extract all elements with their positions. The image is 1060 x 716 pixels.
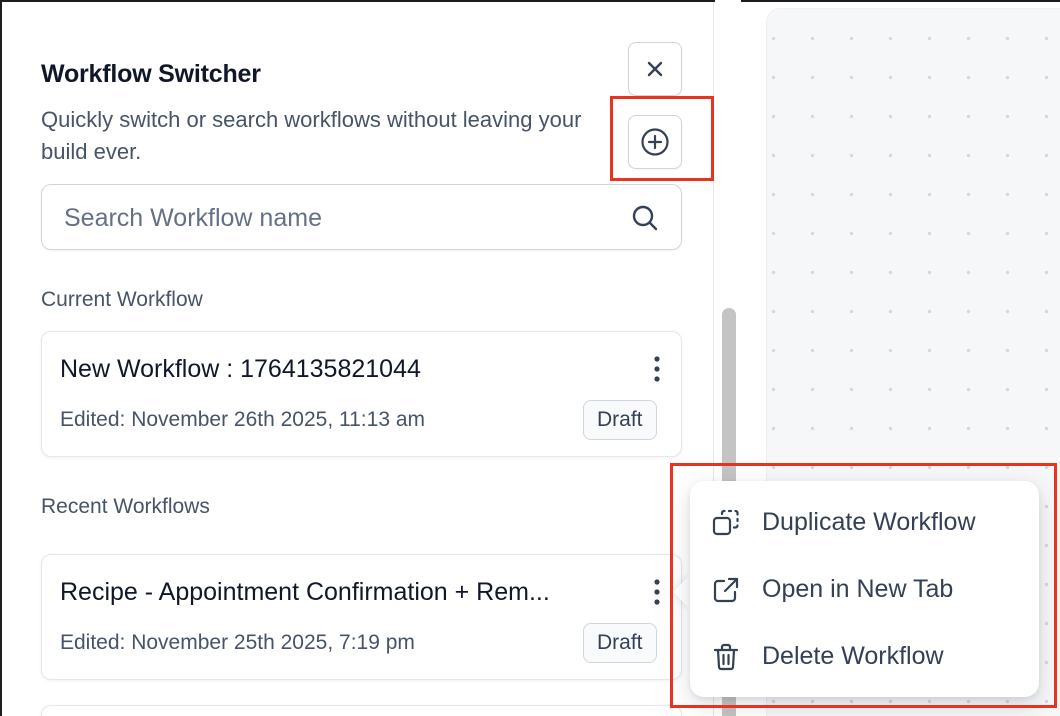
panel-title: Workflow Switcher: [41, 60, 261, 88]
workflow-context-menu: Duplicate Workflow Open in New Tab Delet…: [690, 481, 1039, 697]
menu-item-delete-workflow[interactable]: Delete Workflow: [690, 627, 1039, 687]
workflow-name: Recipe - Appointment Confirmation + Rem.…: [60, 578, 550, 606]
menu-item-duplicate-workflow[interactable]: Duplicate Workflow: [690, 493, 1039, 553]
external-link-icon: [713, 577, 739, 603]
search-icon[interactable]: [631, 204, 659, 232]
search-input[interactable]: [64, 199, 604, 237]
workflow-edited-date: Edited: November 25th 2025, 7:19 pm: [60, 631, 415, 654]
more-options-button[interactable]: [645, 354, 669, 384]
panel-subtitle: Quickly switch or search workflows witho…: [41, 107, 582, 164]
workflow-name: New Workflow : 1764135821044: [60, 355, 421, 383]
close-icon: [647, 61, 663, 77]
menu-item-label: Duplicate Workflow: [762, 508, 976, 536]
current-workflow-label: Current Workflow: [41, 288, 203, 311]
workflow-switcher-panel: Workflow Switcher Quickly switch or sear…: [2, 2, 714, 716]
recent-workflow-card-partial[interactable]: [41, 705, 682, 716]
recent-workflow-card[interactable]: Recipe - Appointment Confirmation + Rem.…: [41, 554, 682, 680]
trash-icon: [713, 643, 739, 671]
plus-circle-icon: [641, 128, 669, 156]
more-options-button[interactable]: [645, 577, 669, 607]
kebab-menu-icon: [654, 579, 660, 605]
kebab-menu-icon: [654, 356, 660, 382]
duplicate-icon: [712, 509, 739, 536]
status-badge: Draft: [583, 400, 657, 440]
recent-workflows-label: Recent Workflows: [41, 495, 210, 518]
current-workflow-card[interactable]: New Workflow : 1764135821044 Edited: Nov…: [41, 331, 682, 457]
workflow-edited-date: Edited: November 26th 2025, 11:13 am: [60, 408, 426, 431]
menu-item-label: Delete Workflow: [762, 642, 944, 670]
status-badge: Draft: [583, 623, 657, 663]
search-box: [41, 184, 682, 250]
menu-item-open-new-tab[interactable]: Open in New Tab: [690, 560, 1039, 620]
close-button[interactable]: [628, 42, 682, 96]
menu-item-label: Open in New Tab: [762, 575, 954, 603]
add-workflow-button[interactable]: [628, 115, 682, 169]
